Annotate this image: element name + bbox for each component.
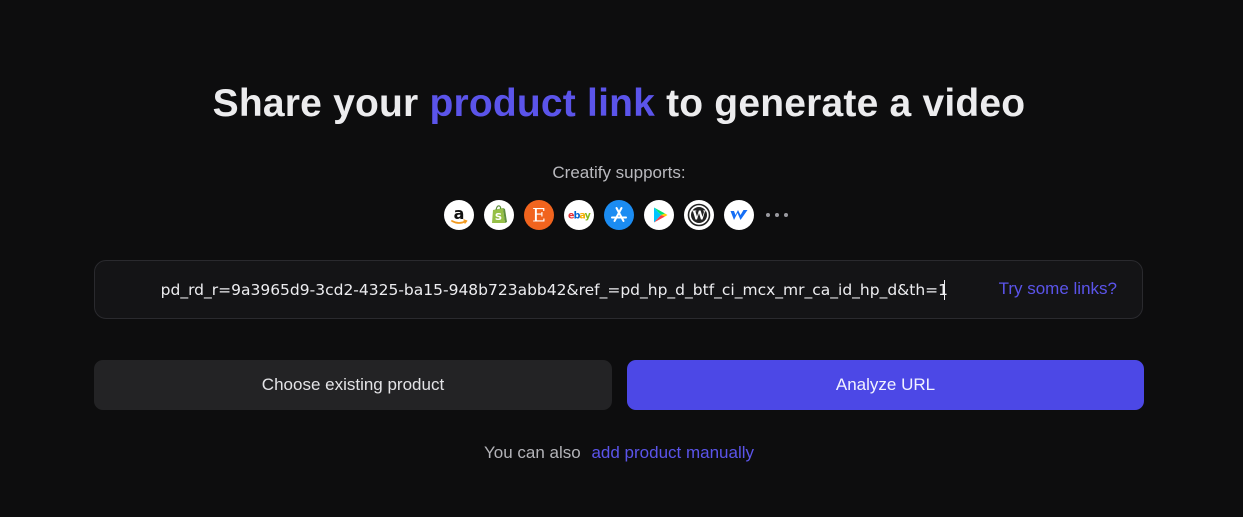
- supported-platforms: a S E e b a y W: [444, 200, 788, 230]
- webflow-icon: [724, 200, 754, 230]
- svg-text:y: y: [585, 211, 592, 222]
- try-some-links-button[interactable]: Try some links?: [999, 279, 1117, 299]
- headline-prefix: Share your: [212, 82, 430, 125]
- etsy-icon: E: [524, 200, 554, 230]
- amazon-icon: a: [444, 200, 474, 230]
- svg-text:W: W: [691, 209, 706, 223]
- more-icon: [766, 200, 788, 230]
- analyze-url-button[interactable]: Analyze URL: [627, 360, 1144, 410]
- url-input-box: pd_rd_r=9a3965d9-3cd2-4325-ba15-948b723a…: [94, 260, 1143, 319]
- url-input-value: pd_rd_r=9a3965d9-3cd2-4325-ba15-948b723a…: [160, 281, 948, 299]
- app-store-icon: [604, 200, 634, 230]
- text-caret: [944, 280, 945, 300]
- shopify-icon: S: [484, 200, 514, 230]
- wordpress-icon: W: [684, 200, 714, 230]
- svg-text:S: S: [495, 212, 502, 223]
- choose-existing-product-button[interactable]: Choose existing product: [94, 360, 612, 410]
- url-input[interactable]: pd_rd_r=9a3965d9-3cd2-4325-ba15-948b723a…: [123, 279, 948, 301]
- footer-text: You can also: [483, 443, 581, 462]
- headline-accent: product link: [429, 82, 656, 125]
- add-product-manually-link[interactable]: add product manually: [591, 443, 754, 462]
- svg-text:a: a: [454, 204, 465, 223]
- footer-line: You can also add product manually: [0, 443, 1238, 463]
- page: Share your product link to generate a vi…: [0, 0, 1243, 517]
- google-play-icon: [644, 200, 674, 230]
- ebay-icon: e b a y: [564, 200, 594, 230]
- page-title: Share your product link to generate a vi…: [0, 82, 1238, 126]
- svg-text:E: E: [532, 205, 546, 227]
- headline-suffix: to generate a video: [655, 82, 1026, 125]
- supports-label: Creatify supports:: [552, 163, 686, 182]
